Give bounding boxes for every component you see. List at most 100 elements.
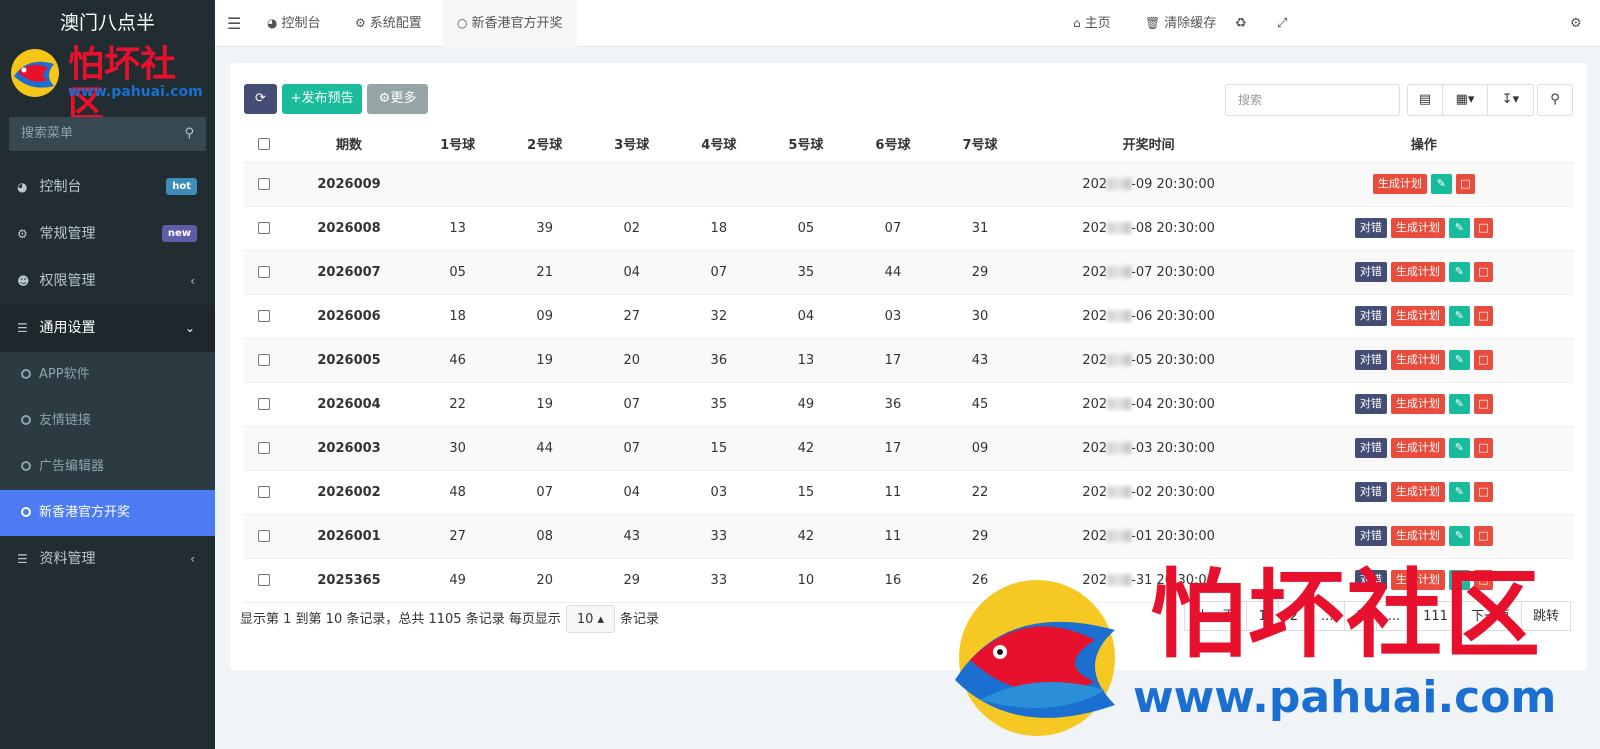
edit-button[interactable]: ✎ bbox=[1448, 218, 1470, 238]
search-icon[interactable]: ⚲ bbox=[1538, 85, 1572, 115]
generate-plan-button[interactable]: 生成计划 bbox=[1390, 482, 1445, 502]
check-button[interactable]: 对错 bbox=[1354, 350, 1387, 370]
menu-search-input[interactable]: 搜索菜单 ⚲ bbox=[9, 117, 206, 151]
table-search-input[interactable]: 搜索 bbox=[1225, 84, 1400, 116]
edit-button[interactable]: ✎ bbox=[1448, 482, 1470, 502]
row-checkbox[interactable] bbox=[258, 266, 270, 278]
check-button[interactable]: 对错 bbox=[1354, 482, 1387, 502]
row-checkbox[interactable] bbox=[258, 222, 270, 234]
sidebar-subitem-app[interactable]: APP软件 bbox=[0, 352, 215, 398]
sidebar-item-dashboard[interactable]: ◕ 控制台 hot bbox=[0, 164, 215, 211]
home-link[interactable]: ⌂ 主页 bbox=[1073, 0, 1111, 47]
edit-button[interactable]: ✎ bbox=[1448, 306, 1470, 326]
language-icon[interactable]: ♻ bbox=[1235, 0, 1247, 47]
delete-button[interactable]: □ bbox=[1473, 262, 1493, 282]
edit-button[interactable]: ✎ bbox=[1448, 350, 1470, 370]
generate-plan-button[interactable]: 生成计划 bbox=[1390, 262, 1445, 282]
fullscreen-icon[interactable]: ⤢ bbox=[1277, 0, 1287, 47]
publish-forecast-button[interactable]: +发布预告 bbox=[282, 84, 362, 114]
more-button[interactable]: ⚙更多 bbox=[367, 84, 428, 114]
edit-button[interactable]: ✎ bbox=[1430, 174, 1452, 194]
columns-dropdown-icon[interactable]: ▦▾ bbox=[1443, 85, 1488, 115]
check-button[interactable]: 对错 bbox=[1354, 218, 1387, 238]
edit-button[interactable]: ✎ bbox=[1448, 526, 1470, 546]
generate-plan-button[interactable]: 生成计划 bbox=[1390, 350, 1445, 370]
tab-label: 新香港官方开奖 bbox=[471, 16, 563, 31]
settings-gear-icon[interactable]: ⚙ bbox=[1570, 0, 1582, 47]
row-select-cell[interactable] bbox=[244, 514, 285, 559]
sidebar-item-settings[interactable]: ☰ 通用设置 ⌄ bbox=[0, 305, 215, 352]
generate-plan-button[interactable]: 生成计划 bbox=[1390, 218, 1445, 238]
ball-cell: 09 bbox=[936, 426, 1024, 471]
row-select-cell[interactable] bbox=[244, 382, 285, 427]
delete-button[interactable]: □ bbox=[1473, 218, 1493, 238]
sidebar-item-general[interactable]: ⚙ 常规管理 new bbox=[0, 211, 215, 258]
row-checkbox[interactable] bbox=[258, 178, 270, 190]
generate-plan-button[interactable]: 生成计划 bbox=[1372, 174, 1427, 194]
generate-plan-button[interactable]: 生成计划 bbox=[1390, 306, 1445, 326]
draw-time-cell: 202 -01 20:30:00 bbox=[1023, 514, 1274, 559]
sidebar-item-data[interactable]: ☰ 资料管理 ‹ bbox=[0, 536, 215, 583]
row-checkbox[interactable] bbox=[258, 398, 270, 410]
row-checkbox[interactable] bbox=[258, 442, 270, 454]
ball-cell: 44 bbox=[849, 250, 937, 295]
export-dropdown-icon[interactable]: ↧▾ bbox=[1488, 85, 1533, 115]
pencil-icon: ✎ bbox=[1454, 353, 1464, 366]
delete-button[interactable]: □ bbox=[1473, 438, 1493, 458]
generate-plan-button[interactable]: 生成计划 bbox=[1390, 438, 1445, 458]
delete-button[interactable]: □ bbox=[1473, 394, 1493, 414]
blurred-text bbox=[1107, 354, 1132, 366]
check-button[interactable]: 对错 bbox=[1354, 526, 1387, 546]
delete-button[interactable]: □ bbox=[1473, 482, 1493, 502]
row-select-cell[interactable] bbox=[244, 206, 285, 251]
check-button[interactable]: 对错 bbox=[1354, 262, 1387, 282]
delete-button[interactable]: □ bbox=[1473, 306, 1493, 326]
generate-plan-button[interactable]: 生成计划 bbox=[1390, 526, 1445, 546]
tab-dashboard[interactable]: ◕ 控制台 bbox=[267, 0, 321, 47]
row-select-cell[interactable] bbox=[244, 558, 285, 603]
toggle-view-icon[interactable]: ▤ bbox=[1408, 85, 1443, 115]
brand-title[interactable]: 澳门八点半 bbox=[0, 0, 215, 48]
row-select-cell[interactable] bbox=[244, 338, 285, 383]
table-row: 2026008 13 39 02 18 05 07 31 202 -08 20:30:00 对错 生成… bbox=[244, 206, 1574, 251]
row-checkbox[interactable] bbox=[258, 310, 270, 322]
sidebar-subitem-lottery[interactable]: 新香港官方开奖 bbox=[0, 490, 215, 536]
row-checkbox[interactable] bbox=[258, 530, 270, 542]
ball-cell: 31 bbox=[936, 206, 1024, 251]
tab-system-config[interactable]: ⚙ 系统配置 bbox=[355, 0, 422, 47]
check-button[interactable]: 对错 bbox=[1354, 394, 1387, 414]
clear-cache-button[interactable]: 🗑 清除缓存 bbox=[1145, 0, 1216, 47]
select-all-checkbox[interactable] bbox=[258, 137, 270, 150]
row-checkbox[interactable] bbox=[258, 354, 270, 366]
sidebar-subitem-links[interactable]: 友情链接 bbox=[0, 398, 215, 444]
row-select-cell[interactable] bbox=[244, 426, 285, 471]
sidebar-submenu: APP软件 友情链接 广告编辑器 新香港官方开奖 bbox=[0, 352, 215, 536]
menu-toggle-icon[interactable]: ☰ bbox=[227, 0, 241, 47]
refresh-button[interactable]: ⟳ bbox=[244, 84, 277, 114]
delete-button[interactable]: □ bbox=[1473, 350, 1493, 370]
select-all-header[interactable] bbox=[244, 126, 285, 163]
check-button[interactable]: 对错 bbox=[1354, 438, 1387, 458]
tab-lottery[interactable]: ○ 新香港官方开奖 bbox=[443, 0, 577, 47]
edit-button[interactable]: ✎ bbox=[1448, 438, 1470, 458]
row-select-cell[interactable] bbox=[244, 162, 285, 207]
check-button[interactable]: 对错 bbox=[1354, 306, 1387, 326]
delete-button[interactable]: □ bbox=[1473, 526, 1493, 546]
ball-cell: 44 bbox=[501, 426, 589, 471]
menu-search-placeholder: 搜索菜单 bbox=[21, 126, 74, 141]
sidebar-item-permissions[interactable]: ☻ 权限管理 ‹ bbox=[0, 258, 215, 305]
ball-cell: 20 bbox=[588, 338, 676, 383]
delete-button[interactable]: □ bbox=[1455, 174, 1475, 194]
row-checkbox[interactable] bbox=[258, 574, 270, 586]
search-icon[interactable]: ⚲ bbox=[184, 117, 194, 151]
edit-button[interactable]: ✎ bbox=[1448, 394, 1470, 414]
ball-cell bbox=[675, 162, 763, 207]
row-select-cell[interactable] bbox=[244, 294, 285, 339]
sidebar-subitem-ads[interactable]: 广告编辑器 bbox=[0, 444, 215, 490]
edit-button[interactable]: ✎ bbox=[1448, 262, 1470, 282]
row-select-cell[interactable] bbox=[244, 250, 285, 295]
row-select-cell[interactable] bbox=[244, 470, 285, 515]
row-checkbox[interactable] bbox=[258, 486, 270, 498]
page-size-select[interactable]: 10 ▴ bbox=[565, 605, 616, 633]
generate-plan-button[interactable]: 生成计划 bbox=[1390, 394, 1445, 414]
